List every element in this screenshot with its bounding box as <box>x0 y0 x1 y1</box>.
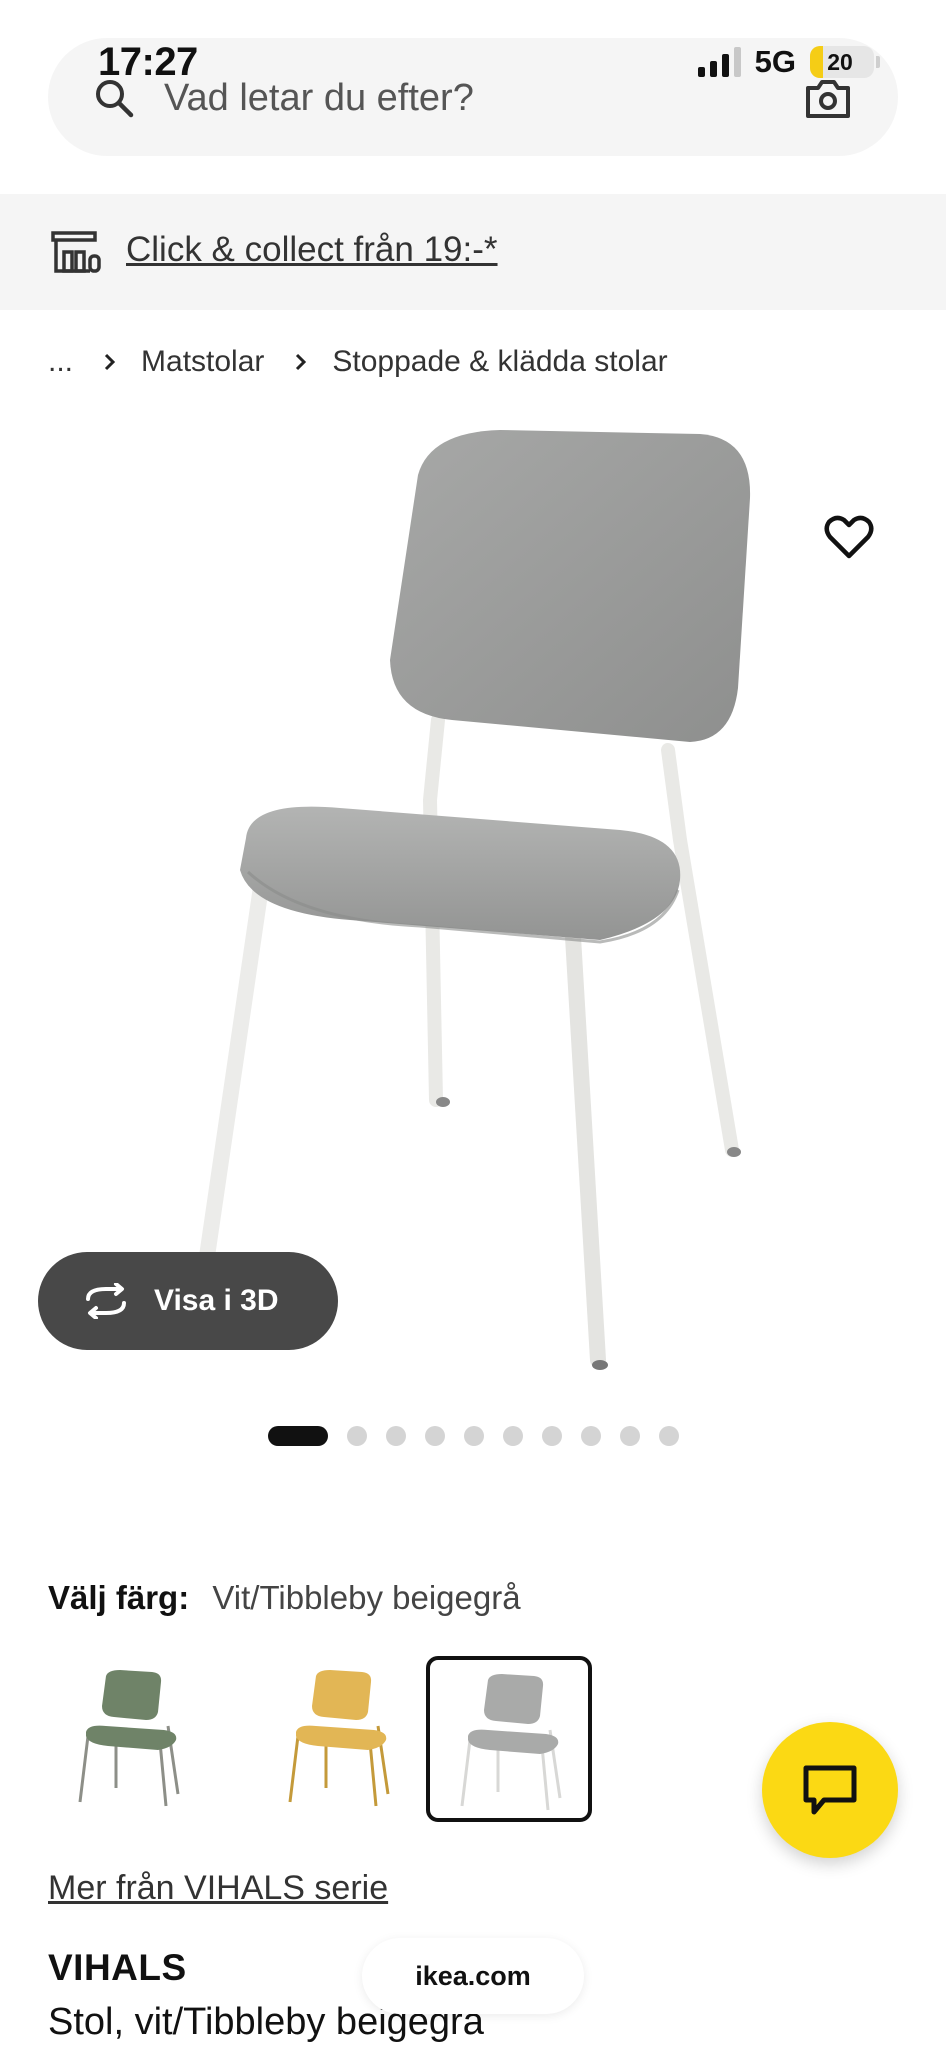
chair-thumbnail <box>460 1674 562 1811</box>
store-icon <box>51 231 101 273</box>
breadcrumb-item-matstolar[interactable]: Matstolar <box>141 342 264 382</box>
color-swatch-grey[interactable] <box>426 1656 592 1822</box>
network-type: 5G <box>754 44 796 79</box>
pagination-dot[interactable] <box>503 1426 523 1446</box>
product-name: VIHALS <box>48 1947 187 1988</box>
view-3d-button[interactable]: Visa i 3D <box>38 1252 338 1350</box>
pagination-dot[interactable] <box>581 1426 601 1446</box>
color-swatch-green[interactable] <box>48 1656 214 1822</box>
breadcrumb-ellipsis[interactable]: ... <box>48 342 73 382</box>
pagination-dot[interactable] <box>464 1426 484 1446</box>
chat-icon <box>803 1765 857 1815</box>
rotate-3d-icon <box>86 1283 126 1319</box>
color-swatch-yellow[interactable] <box>258 1656 424 1822</box>
color-label: Välj färg: <box>48 1579 190 1616</box>
click-collect-banner: Click & collect från 19:-* <box>0 194 946 310</box>
battery-icon: 20 <box>810 46 874 78</box>
pagination-dot[interactable] <box>659 1426 679 1446</box>
series-link[interactable]: Mer från VIHALS serie <box>48 1866 388 1910</box>
chair-thumbnail <box>288 1670 390 1807</box>
battery-level: 20 <box>827 49 853 75</box>
search-input[interactable]: Vad letar du efter? <box>164 76 474 120</box>
pagination-dot[interactable] <box>347 1426 367 1446</box>
view-3d-label: Visa i 3D <box>154 1284 279 1317</box>
camera-icon[interactable] <box>804 76 852 120</box>
breadcrumb-item-stoppade[interactable]: Stoppade & klädda stolar <box>332 342 667 382</box>
color-selected-value: Vit/Tibbleby beigegrå <box>212 1579 521 1616</box>
search-icon[interactable] <box>92 76 136 120</box>
heart-icon[interactable] <box>822 510 876 564</box>
chevron-right-icon <box>296 353 307 371</box>
status-indicators: 5G 20 <box>697 44 880 80</box>
browser-url-bar[interactable]: ikea.com <box>362 1938 584 2014</box>
pagination-dot[interactable] <box>620 1426 640 1446</box>
pagination-dot-active[interactable] <box>268 1426 328 1446</box>
chair-thumbnail <box>78 1670 180 1807</box>
gallery-pagination[interactable] <box>268 1426 679 1446</box>
color-picker-header: Välj färg: Vit/Tibbleby beigegrå <box>48 1576 521 1620</box>
pagination-dot[interactable] <box>542 1426 562 1446</box>
signal-icon <box>697 47 741 77</box>
chat-button[interactable] <box>762 1722 898 1858</box>
click-collect-link[interactable]: Click & collect från 19:-* <box>126 228 498 272</box>
chevron-right-icon <box>104 353 116 371</box>
pagination-dot[interactable] <box>425 1426 445 1446</box>
breadcrumb: ... Matstolar Stoppade & klädda stolar <box>48 342 668 382</box>
pagination-dot[interactable] <box>386 1426 406 1446</box>
